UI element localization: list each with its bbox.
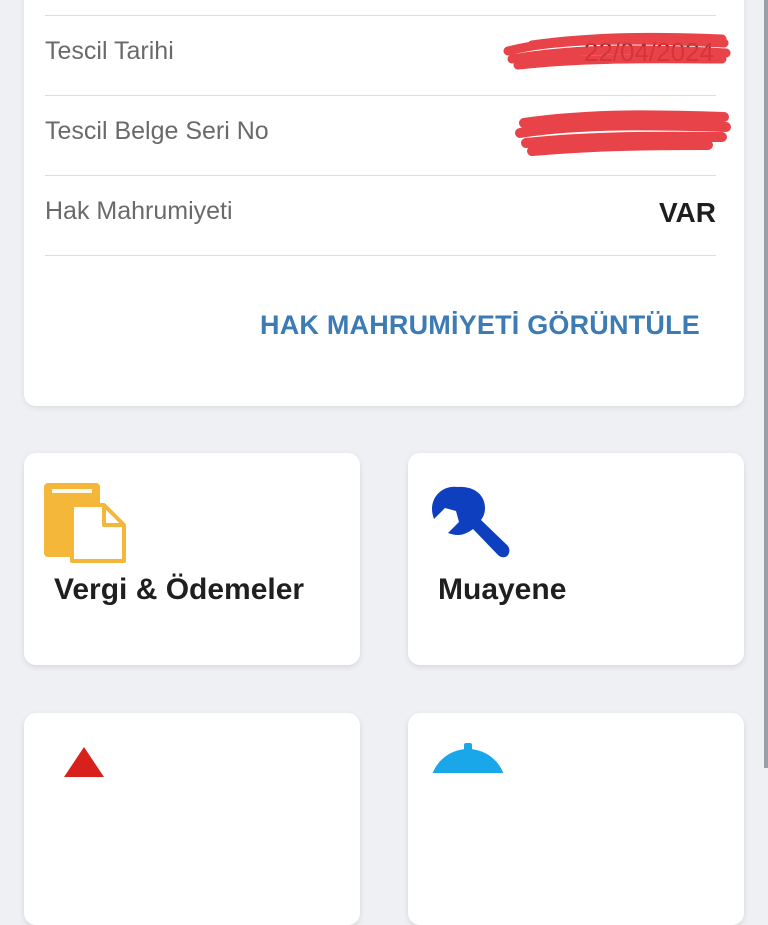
redaction-scribble (503, 32, 731, 70)
tile-taxes-payments[interactable]: Vergi & Ödemeler (24, 453, 360, 665)
wrench-icon (432, 486, 510, 558)
tile-warning[interactable] (24, 713, 360, 925)
scroll-edge (758, 0, 768, 768)
stopwatch-icon (432, 743, 504, 773)
view-lien-button[interactable]: HAK MAHRUMİYETİ GÖRÜNTÜLE (260, 310, 700, 341)
info-row-previous (45, 0, 716, 16)
warning-triangle-icon (64, 747, 104, 777)
document-serial-label: Tescil Belge Seri No (45, 117, 269, 145)
tile-timer[interactable] (408, 713, 744, 925)
info-row-registration-date: Tescil Tarihi 22/04/2024 (45, 15, 731, 96)
documents-icon (44, 483, 126, 563)
info-row-document-serial: Tescil Belge Seri No (45, 95, 731, 176)
info-row-lien: Hak Mahrumiyeti VAR (45, 175, 716, 256)
tile-taxes-payments-label: Vergi & Ödemeler (54, 573, 305, 606)
lien-value: VAR (658, 197, 716, 228)
tile-inspection[interactable]: Muayene (408, 453, 744, 665)
vehicle-info-card: Tescil Tarihi 22/04/2024 Tescil Belge Se… (24, 0, 744, 406)
lien-label: Hak Mahrumiyeti (45, 197, 233, 225)
redaction-scribble (515, 110, 731, 156)
registration-date-label: Tescil Tarihi (45, 37, 174, 65)
tile-inspection-label: Muayene (438, 573, 567, 606)
